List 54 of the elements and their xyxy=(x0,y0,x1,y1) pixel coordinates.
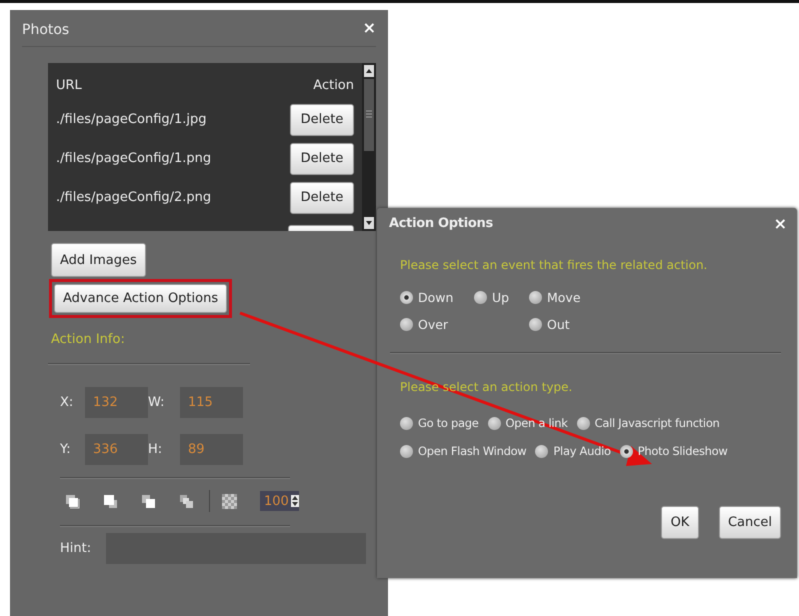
radio-button[interactable] xyxy=(535,444,548,458)
radio-option[interactable]: Photo Slideshow xyxy=(620,444,728,458)
delete-button[interactable]: Delete xyxy=(290,104,354,136)
radio-button[interactable] xyxy=(488,416,501,430)
prompt-text: Please select an event that fires the related action. xyxy=(400,258,708,272)
radio-button[interactable] xyxy=(576,416,590,430)
radio-option[interactable]: Move xyxy=(529,290,619,305)
delete-button[interactable]: Delete xyxy=(290,142,354,174)
radio-button[interactable] xyxy=(529,318,542,331)
radio-option[interactable]: Out xyxy=(529,317,619,332)
radio-button[interactable] xyxy=(400,291,413,304)
url-cell: ./files/pageConfig/1.png xyxy=(56,151,212,166)
column-header: Action xyxy=(313,78,354,92)
radio-option[interactable]: Up xyxy=(474,290,529,305)
radio-option[interactable]: Go to page xyxy=(400,416,479,430)
radio-button[interactable] xyxy=(474,291,487,304)
scrollbar[interactable] xyxy=(362,63,376,231)
number-field[interactable]: 89 xyxy=(180,434,243,465)
add-images-button[interactable]: Add Images xyxy=(51,243,146,277)
field-label: W: xyxy=(148,395,166,410)
opacity-spinner[interactable]: 100 xyxy=(260,491,299,511)
field-label: H: xyxy=(148,442,164,457)
radio-button[interactable] xyxy=(529,291,542,304)
radio-button[interactable] xyxy=(400,416,413,430)
transparency-icon xyxy=(222,494,237,508)
radio-option[interactable]: Open Flash Window xyxy=(400,444,526,458)
close-button[interactable]: × xyxy=(774,216,787,232)
number-field[interactable]: 132 xyxy=(85,387,148,418)
column-header: URL xyxy=(56,78,82,92)
ok-button[interactable]: OK xyxy=(660,506,699,539)
close-button[interactable]: × xyxy=(362,20,376,36)
number-field[interactable]: 115 xyxy=(180,387,243,418)
radio-option[interactable]: Over xyxy=(400,317,474,332)
radio-option[interactable]: Play Audio xyxy=(535,444,611,458)
radio-option[interactable]: Open a link xyxy=(488,416,568,430)
radio-option[interactable]: Down xyxy=(400,290,474,305)
radio-option[interactable]: Call Javascript function xyxy=(576,416,720,430)
field-label: Hint: xyxy=(60,541,92,556)
section-label: Action Info: xyxy=(51,332,126,347)
dialog-title: Action Options xyxy=(389,216,493,232)
field-label: X: xyxy=(60,395,74,410)
panel-title: Photos xyxy=(22,22,70,38)
delete-button[interactable]: Delete xyxy=(290,182,354,214)
prompt-text: Please select an action type. xyxy=(400,380,574,394)
advance-options-button[interactable]: Advance Action Options xyxy=(54,284,228,313)
radio-button[interactable] xyxy=(620,444,633,458)
cancel-button[interactable]: Cancel xyxy=(718,506,781,539)
url-cell: ./files/pageConfig/1.jpg xyxy=(56,112,207,127)
radio-button[interactable] xyxy=(400,318,413,331)
number-field[interactable]: 336 xyxy=(85,434,148,465)
field-label: Y: xyxy=(60,442,72,457)
spinner-arrows-icon[interactable] xyxy=(290,495,299,507)
url-cell: ./files/pageConfig/2.png xyxy=(56,190,212,205)
radio-button[interactable] xyxy=(400,444,413,458)
